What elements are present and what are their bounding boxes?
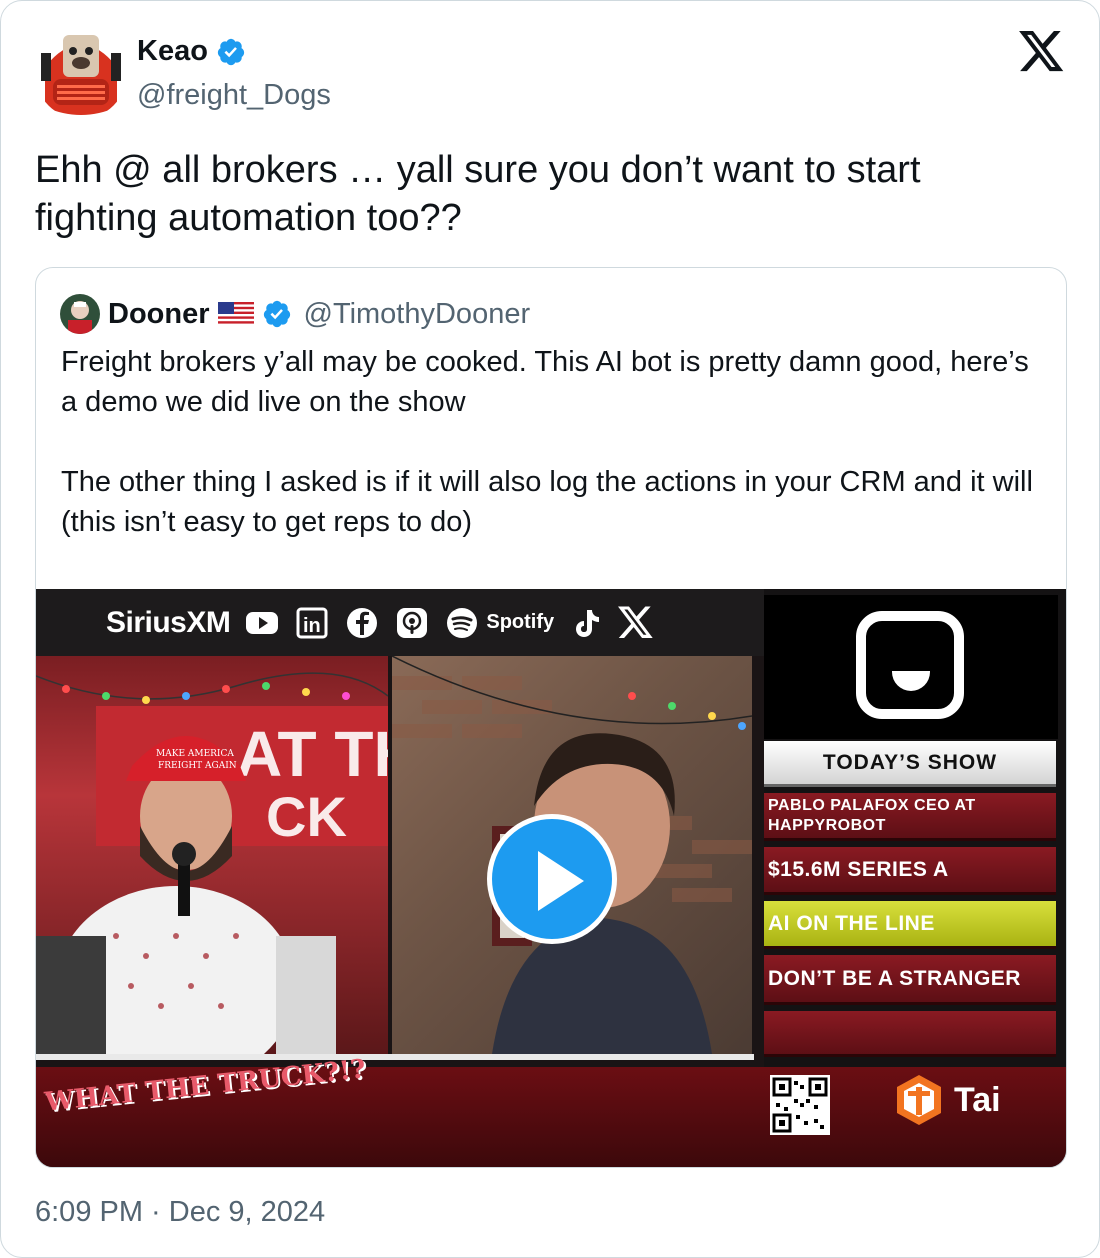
quoted-handle[interactable]: @TimothyDooner [304, 298, 531, 331]
author-avatar[interactable] [35, 27, 127, 119]
x-logo-icon[interactable] [1019, 31, 1065, 73]
lower-third-topic: AI ON THE LINE [764, 901, 1056, 949]
what-the-truck-logo: WHAT THE TRUCK?!? [43, 1054, 368, 1118]
quoted-tweet[interactable]: Dooner @TimothyDooner Freight brokers y’… [35, 267, 1067, 1168]
play-icon [538, 851, 584, 911]
tai-label: Tai [954, 1080, 1001, 1119]
lower-third-closing: DON’T BE A STRANGER [764, 955, 1056, 1005]
video-bottom-bar: WHAT THE TRUCK?!? Tai [36, 1054, 1066, 1167]
verified-badge-icon [217, 38, 245, 65]
play-button[interactable] [487, 814, 617, 944]
youtube-icon [246, 611, 279, 634]
podcasts-icon [397, 607, 428, 638]
video-player[interactable]: SiriusXM in Spotify AT T CK MAKE AMERICA… [36, 589, 1066, 1167]
tweet-timestamp[interactable]: 6:09 PM · Dec 9, 2024 [35, 1196, 325, 1229]
author-handle[interactable]: @freight_Dogs [137, 79, 331, 112]
us-flag-icon [217, 302, 254, 326]
quoted-name[interactable]: Dooner [108, 298, 210, 331]
author-name[interactable]: Keao [137, 35, 208, 68]
lower-third-guest: PABLO PALAFOX CEO AT HAPPYROBOT [764, 793, 1056, 841]
tai-sponsor: Tai [892, 1073, 1001, 1127]
svg-text:CK: CK [266, 785, 347, 848]
video-social-bar: SiriusXM in Spotify [36, 589, 764, 656]
siriusxm-logo: SiriusXM [106, 605, 231, 639]
hat-text: MAKE AMERICA [156, 749, 234, 759]
host-video-panel: AT TH CK MAKE AMERIC [36, 656, 388, 1054]
linkedin-icon: in [296, 607, 328, 638]
happyrobot-logo-box [764, 595, 1058, 739]
todays-show-label: TODAY’S SHOW [764, 741, 1056, 787]
x-social-icon [618, 606, 653, 638]
quoted-avatar[interactable] [60, 294, 100, 334]
lower-third-funding: $15.6M SERIES A [764, 847, 1056, 895]
tweet-text: Ehh @ all brokers … yall sure you don’t … [35, 149, 921, 239]
svg-text:AT TH: AT TH [236, 718, 388, 790]
facebook-icon [347, 607, 378, 638]
video-frame-divider [36, 1054, 754, 1060]
quoted-verified-badge-icon [263, 300, 290, 328]
happyrobot-logo-icon [856, 611, 964, 719]
tai-logo-icon [897, 1075, 941, 1125]
show-sidebar: TODAY’S SHOW PABLO PALAFOX CEO AT HAPPYR… [764, 589, 1066, 1067]
tiktok-icon [576, 609, 600, 637]
quoted-text: Freight brokers y’all may be cooked. Thi… [61, 346, 1033, 538]
tweet-card: Keao @freight_Dogs Ehh @ all brokers … y… [0, 0, 1100, 1258]
author-name-row[interactable]: Keao [137, 35, 246, 68]
spotify-label: Spotify [486, 611, 555, 633]
lower-third-empty [764, 1011, 1056, 1057]
quoted-header: Dooner @TimothyDooner [60, 294, 530, 334]
svg-text:FREIGHT AGAIN: FREIGHT AGAIN [158, 761, 237, 771]
svg-text:in: in [303, 615, 321, 637]
qr-code-icon [770, 1075, 830, 1135]
spotify-icon [447, 607, 478, 638]
